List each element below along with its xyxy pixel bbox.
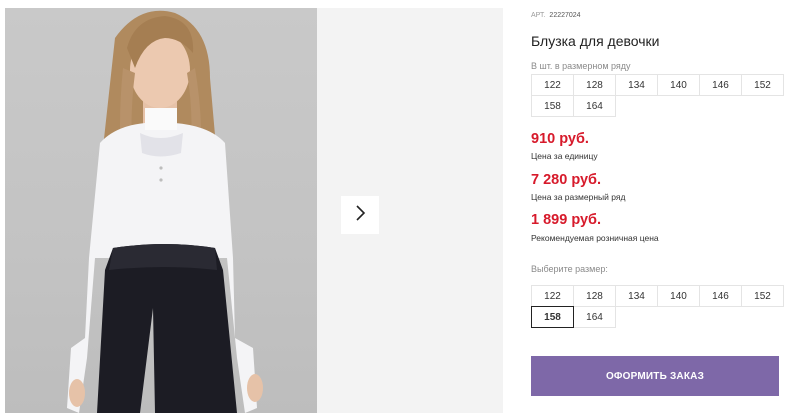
size-row-grid: 122 128 134 140 146 152 158 164: [531, 74, 784, 117]
gallery-next-button[interactable]: [341, 196, 379, 234]
size-row-cell: 128: [573, 74, 616, 96]
size-option[interactable]: 152: [741, 285, 784, 307]
retail-price: 1 899 руб.: [531, 212, 602, 228]
row-price: 7 280 руб.: [531, 172, 602, 188]
size-row-cell: 140: [657, 74, 700, 96]
size-select-grid: 122 128 134 140 146 152 158 164: [531, 285, 784, 328]
unit-price-label: Цена за единицу: [531, 151, 598, 161]
product-title: Блузка для девочки: [531, 33, 660, 49]
size-option[interactable]: 122: [531, 285, 574, 307]
size-option[interactable]: 128: [573, 285, 616, 307]
size-option[interactable]: 134: [615, 285, 658, 307]
row-price-label: Цена за размерный ряд: [531, 192, 626, 202]
product-photo[interactable]: [5, 8, 317, 413]
order-button[interactable]: ОФОРМИТЬ ЗАКАЗ: [531, 356, 779, 396]
product-photo-illustration: [67, 10, 263, 413]
size-row-cell: 146: [699, 74, 742, 96]
product-gallery: [0, 0, 503, 413]
article-value: 22227024: [549, 12, 581, 19]
size-row-cell: 152: [741, 74, 784, 96]
unit-price: 910 руб.: [531, 131, 589, 147]
article-number: АРТ. 22227024: [531, 12, 581, 19]
size-row-cell: 158: [531, 95, 574, 117]
size-row-label: В шт. в размерном ряду: [531, 61, 631, 71]
size-select-label: Выберите размер:: [531, 264, 608, 274]
size-row-cell: 134: [615, 74, 658, 96]
size-row-cell: 164: [573, 95, 616, 117]
chevron-right-icon: [354, 204, 366, 226]
retail-price-label: Рекомендуемая розничная цена: [531, 233, 659, 243]
size-option-selected[interactable]: 158: [531, 306, 574, 328]
size-row-cell: 122: [531, 74, 574, 96]
size-option[interactable]: 164: [573, 306, 616, 328]
size-option[interactable]: 140: [657, 285, 700, 307]
size-option[interactable]: 146: [699, 285, 742, 307]
article-label: АРТ.: [531, 12, 546, 19]
